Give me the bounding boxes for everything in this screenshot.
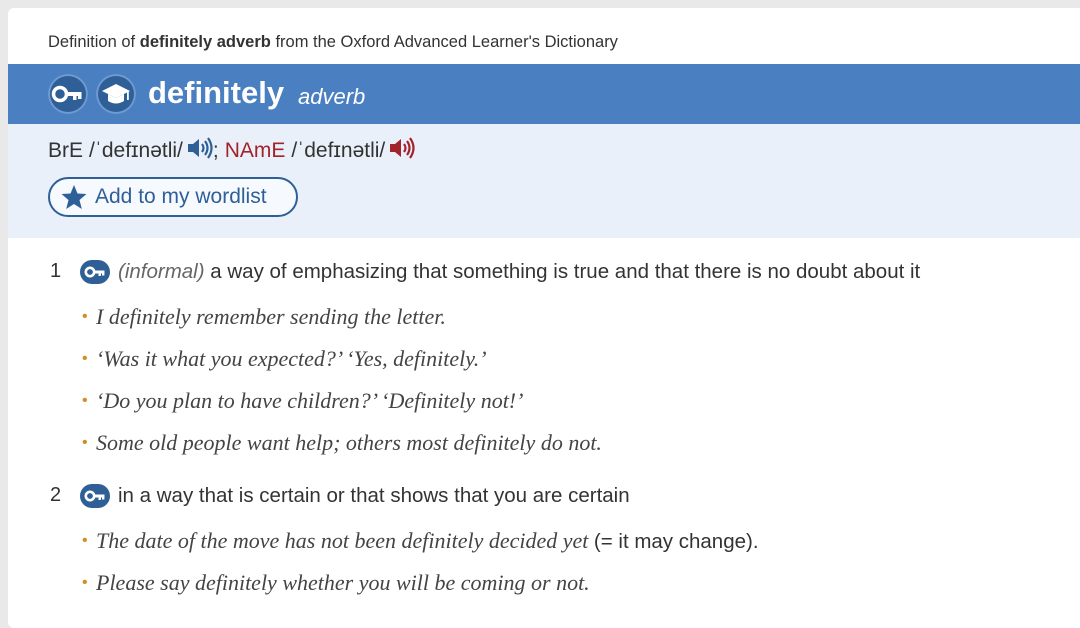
example-sentence: • ‘Was it what you expected?’ ‘Yes, defin… [82,346,487,371]
sense-definition: in a way that is certain or that shows t… [118,484,630,508]
example-sentence: • Please say definitely whether you will … [82,570,590,595]
pronunciation-line: BrE /ˈdefɪnətli/ ; NAmE /ˈdefɪnətli/ [48,136,415,166]
sense-definition: (informal) a way of emphasizing that som… [118,260,920,284]
source-line: Definition of definitely adverb from the… [48,33,618,52]
definition-text: a way of emphasizing that something is t… [210,260,921,283]
headword: definitely [148,75,285,110]
example-gloss: (= it may change). [593,530,759,553]
example-sentence: • The date of the move has not been defin… [82,528,759,553]
pronunciation-panel: BrE /ˈdefɪnətli/ ; NAmE /ˈdefɪnətli/ Add… [8,124,1080,238]
bre-audio-speaker-icon[interactable] [185,136,213,166]
dictionary-entry-card: Definition of definitely adverb from the… [8,8,1080,628]
name-audio-speaker-icon[interactable] [387,136,415,166]
name-label: NAmE [224,139,286,162]
example-sentence: • ‘Do you plan to have children?’ ‘Defini… [82,388,524,413]
example-sentence: • Some old people want help; others most … [82,430,602,455]
sense-number: 2 [50,484,62,506]
example-text: Some old people want help; others most d… [96,430,602,455]
sense-number: 1 [50,260,62,282]
bre-ipa: /ˈdefɪnətli/ [89,139,183,162]
definition-text: in a way that is certain or that shows t… [118,484,630,507]
example-text: The date of the move has not been defini… [96,528,589,553]
name-ipa: /ˈdefɪnətli/ [291,139,386,162]
source-prefix: Definition of [48,33,136,51]
pron-separator: ; [212,139,219,162]
example-sentence: • I definitely remember sending the lette… [82,304,446,329]
academic-cap-icon[interactable] [96,74,136,114]
add-to-wordlist-button[interactable]: Add to my wordlist [48,177,298,217]
example-text: I definitely remember sending the letter… [96,304,446,329]
headword-bar: definitely adverb [8,64,1080,124]
register-label: (informal) [118,260,205,283]
example-text: ‘Was it what you expected?’ ‘Yes, defini… [96,346,487,371]
add-to-wordlist-label: Add to my wordlist [95,185,267,208]
star-icon [61,185,87,209]
example-text: Please say definitely whether you will b… [96,570,590,595]
example-text: ‘Do you plan to have children?’ ‘Definit… [96,388,524,413]
key-icon[interactable] [80,260,110,284]
part-of-speech: adverb [298,84,366,109]
source-suffix: from the Oxford Advanced Learner's Dicti… [275,33,618,51]
key-icon[interactable] [48,74,88,114]
key-icon[interactable] [80,484,110,508]
source-word: definitely adverb [139,33,271,51]
bre-label: BrE [48,139,84,162]
